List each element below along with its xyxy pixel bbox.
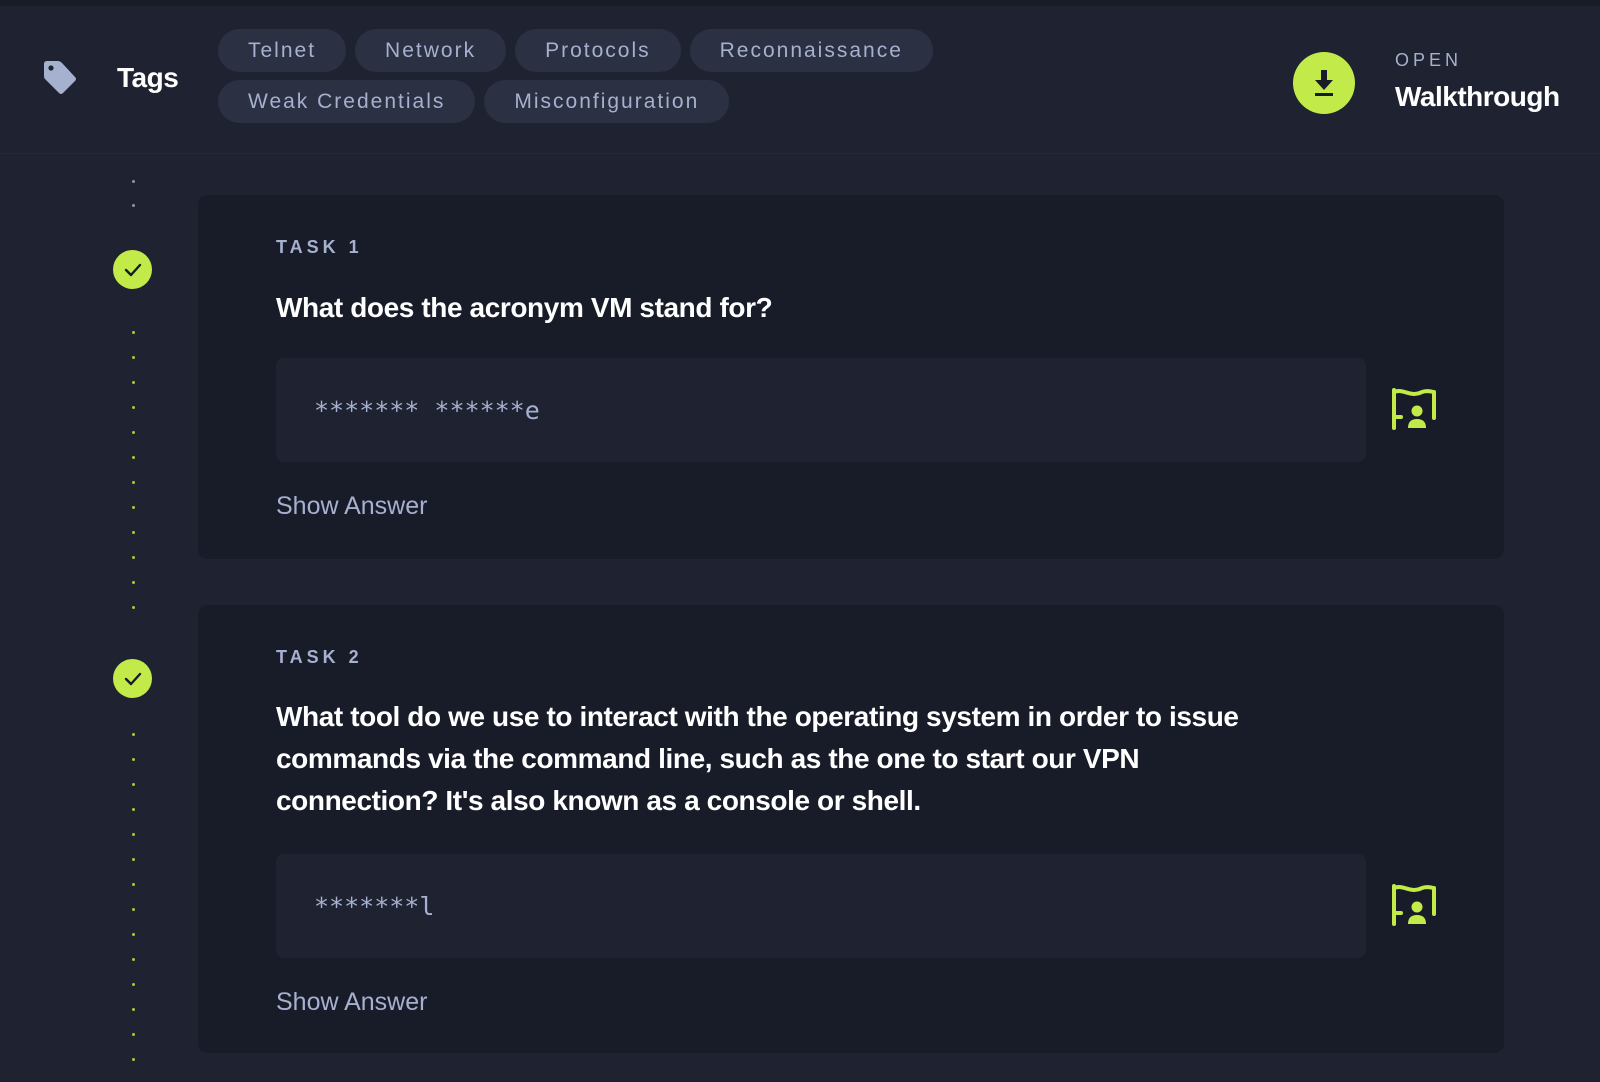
task-1-complete-check: [113, 250, 152, 289]
check-icon: [124, 263, 141, 276]
tag-pill-telnet[interactable]: Telnet: [218, 29, 347, 72]
timeline-dot: [132, 531, 135, 534]
tags-list: Telnet Network Protocols Reconnaissance …: [218, 29, 1018, 131]
timeline-dot: [132, 758, 135, 761]
walkthrough-status: OPEN: [1395, 50, 1463, 70]
task-question: What does the acronym VM stand for?: [276, 292, 773, 323]
timeline-dot: [132, 381, 135, 384]
timeline-dot: [132, 431, 135, 434]
flag-user-icon[interactable]: [1388, 384, 1440, 432]
task-label: TASK 1: [276, 237, 363, 257]
show-answer-button[interactable]: Show Answer: [276, 988, 427, 1017]
timeline-dot: [132, 883, 135, 886]
tag-pill-weak-credentials[interactable]: Weak Credentials: [218, 80, 476, 123]
timeline-dot: [132, 204, 135, 207]
timeline-dot: [132, 783, 135, 786]
walkthrough-link[interactable]: Walkthrough: [1395, 81, 1560, 113]
task-card: TASK 1 What does the acronym VM stand fo…: [198, 195, 1504, 559]
timeline-dot: [132, 356, 135, 359]
tags-title: Tags: [117, 62, 179, 93]
timeline-dot: [132, 933, 135, 936]
timeline-dot: [132, 506, 135, 509]
task-2-complete-check: [113, 659, 152, 698]
show-answer-button[interactable]: Show Answer: [276, 492, 427, 521]
timeline-dot: [132, 983, 135, 986]
timeline-dot: [132, 1058, 135, 1061]
timeline-dot: [132, 406, 135, 409]
answer-masked-value: *******l: [314, 892, 435, 921]
tag-pill-misconfiguration[interactable]: Misconfiguration: [484, 80, 730, 123]
task-label: TASK 2: [276, 647, 363, 667]
timeline-dot: [132, 581, 135, 584]
tag-pill-reconnaissance[interactable]: Reconnaissance: [689, 29, 933, 72]
timeline-dot: [132, 331, 135, 334]
timeline-dot: [132, 858, 135, 861]
timeline-dot: [132, 180, 135, 183]
download-icon: [1315, 70, 1333, 96]
tag-icon: [44, 61, 76, 94]
flag-user-icon[interactable]: [1388, 880, 1440, 928]
timeline-dot: [132, 556, 135, 559]
walkthrough-download-button[interactable]: [1293, 52, 1355, 114]
timeline-dot: [132, 958, 135, 961]
tag-row: Telnet Network Protocols Reconnaissance: [218, 29, 1018, 72]
timeline-dot: [132, 481, 135, 484]
timeline-dot: [132, 456, 135, 459]
answer-input[interactable]: ******* ******e: [276, 358, 1366, 462]
tag-pill-protocols[interactable]: Protocols: [515, 29, 681, 72]
tag-pill-network[interactable]: Network: [355, 29, 507, 72]
timeline-dot: [132, 808, 135, 811]
timeline-dot: [132, 1008, 135, 1011]
tag-row: Weak Credentials Misconfiguration: [218, 80, 1018, 123]
timeline-dot: [132, 606, 135, 609]
answer-masked-value: ******* ******e: [314, 396, 540, 425]
timeline-dot: [132, 833, 135, 836]
timeline-dot: [132, 733, 135, 736]
tags-header: Tags Telnet Network Protocols Reconnaiss…: [0, 6, 1600, 154]
task-question: What tool do we use to interact with the…: [276, 701, 1239, 816]
timeline-dot: [132, 908, 135, 911]
check-icon: [124, 672, 141, 685]
timeline-dot: [132, 1033, 135, 1036]
answer-input[interactable]: *******l: [276, 854, 1366, 958]
task-card: TASK 2 What tool do we use to interact w…: [198, 605, 1504, 1053]
